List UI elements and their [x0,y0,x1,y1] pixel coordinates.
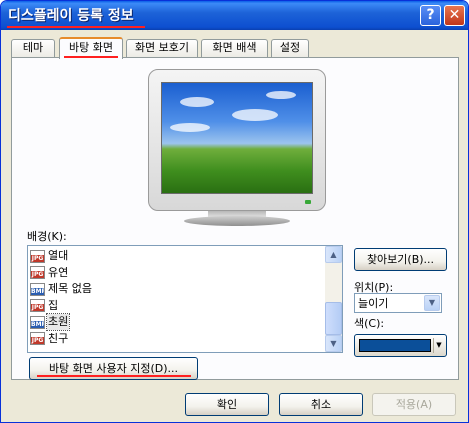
jpg-file-icon: JPG [30,332,45,346]
tab-screen-saver[interactable]: 화면 보호기 [126,39,198,57]
background-item-label: 제목 없음 [48,282,92,296]
wallpaper-preview [161,82,313,194]
help-icon: ? [426,7,435,23]
color-swatch [359,339,431,352]
title-annotation-underline [7,26,145,28]
bmp-file-icon: BMP [30,282,45,296]
scroll-down-arrow-icon[interactable]: ▼ [325,335,342,352]
title-bar[interactable]: 디스플레이 등록 정보 ? ✕ [1,1,468,30]
tab-annotation-underline [64,56,118,58]
display-properties-window: 디스플레이 등록 정보 ? ✕ 테마 바탕 화면 화면 보호기 화면 배색 설정 [0,0,469,423]
color-label: 색(C): [354,317,385,330]
background-list-items: JPG 열대 JPG 유연 BMP 제목 없음 JPG 집 BMP 초원 JPG 친구 [30,248,326,347]
tab-appearance[interactable]: 화면 배색 [201,39,268,57]
list-scrollbar[interactable]: ▲ ▼ [325,246,342,352]
background-item-label: 열대 [48,249,69,263]
tab-settings[interactable]: 설정 [271,39,309,57]
position-value: 늘이기 [358,297,389,310]
close-icon: ✕ [448,7,461,23]
apply-button[interactable]: 적용(A) [372,393,456,416]
monitor-stand [184,216,290,226]
ok-button[interactable]: 확인 [185,393,269,416]
background-item-label: 친구 [48,331,69,345]
scroll-up-arrow-icon[interactable]: ▲ [325,246,342,263]
jpg-file-icon: JPG [30,266,45,280]
background-item-label: 유연 [48,265,69,279]
browse-button[interactable]: 찾아보기(B)... [354,248,447,271]
customize-annotation-underline [37,375,191,377]
tab-desktop-label: 바탕 화면 [69,41,113,54]
background-list-item[interactable]: BMP 초원 [30,313,326,332]
tab-themes[interactable]: 테마 [11,39,55,57]
background-label: 배경(K): [27,230,67,243]
power-led [305,200,311,204]
tab-desktop[interactable]: 바탕 화면 [59,37,123,59]
background-list-item[interactable]: BMP 제목 없음 [30,281,326,298]
desktop-tab-panel: 배경(K): JPG 열대 JPG 유연 BMP 제목 없음 JPG 집 BMP 초원 JPG 친구 … [11,57,459,380]
dropdown-arrow-icon: ▼ [433,338,444,353]
position-select[interactable]: 늘이기 ▼ [354,293,442,313]
background-list[interactable]: JPG 열대 JPG 유연 BMP 제목 없음 JPG 집 BMP 초원 JPG 친구 ▲ ▼ [27,245,343,353]
scroll-thumb[interactable] [325,302,342,335]
help-button[interactable]: ? [420,5,441,26]
background-list-item[interactable]: JPG 유연 [30,265,326,282]
background-list-item[interactable]: JPG 친구 [30,331,326,348]
jpg-file-icon: JPG [30,299,45,313]
cancel-button[interactable]: 취소 [279,393,363,416]
monitor-frame [148,69,326,211]
background-item-label: 초원 [45,313,71,332]
jpg-file-icon: JPG [30,249,45,263]
monitor-preview [148,69,326,227]
bmp-file-icon: BMP [30,315,45,329]
window-title: 디스플레이 등록 정보 [8,8,134,24]
customize-desktop-label: 바탕 화면 사용자 지정(D)... [48,362,179,375]
color-picker-button[interactable]: ▼ [354,334,447,357]
background-list-item[interactable]: JPG 열대 [30,248,326,265]
customize-desktop-button[interactable]: 바탕 화면 사용자 지정(D)... [29,357,198,380]
close-button[interactable]: ✕ [444,5,465,26]
dropdown-arrow-icon[interactable]: ▼ [424,295,440,311]
background-list-item[interactable]: JPG 집 [30,298,326,315]
background-item-label: 집 [48,298,59,312]
